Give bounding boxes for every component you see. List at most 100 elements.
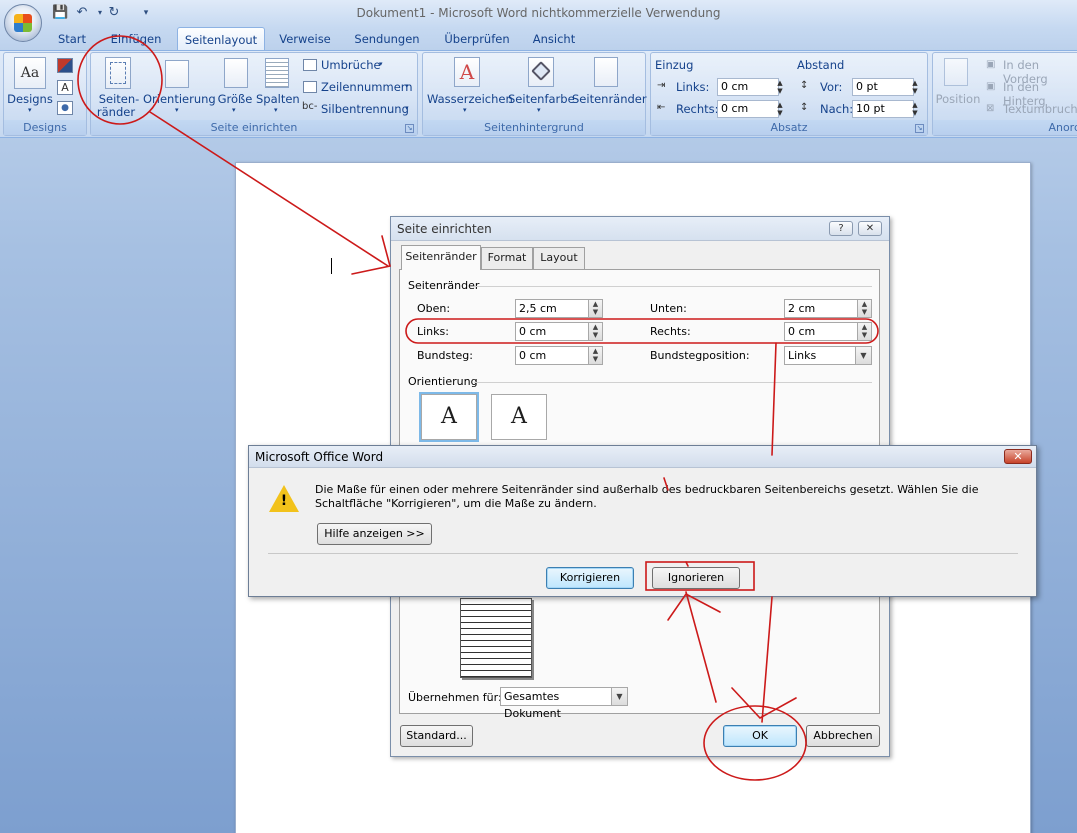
spacing-after-spinner[interactable]: ▲ ▼ <box>910 101 920 119</box>
bottom-margin-spinner[interactable]: ▲ ▼ <box>858 299 872 318</box>
designs-button[interactable]: Designs <box>6 93 54 106</box>
columns-icon[interactable] <box>265 58 289 88</box>
line-numbers-icon[interactable] <box>303 81 317 93</box>
absatz-dialog-launcher-icon[interactable]: ↘ <box>915 124 924 133</box>
left-margin-input[interactable]: 0 cm <box>515 322 589 341</box>
position-icon[interactable] <box>944 58 968 86</box>
spacing-after-input[interactable]: 10 pt <box>852 100 914 118</box>
hyphenation-icon[interactable]: bc- <box>302 101 317 113</box>
portrait-option[interactable]: A <box>421 394 477 440</box>
tab-verweise[interactable]: Verweise <box>276 31 334 50</box>
spacing-after-icon: ↕ <box>800 102 809 113</box>
undo-icon[interactable]: ↶ <box>74 5 90 21</box>
size-icon[interactable] <box>224 58 248 88</box>
tab-format[interactable]: Format <box>481 247 533 269</box>
gutter-position-select[interactable]: Links <box>784 346 856 365</box>
position-button[interactable]: Position <box>934 93 982 106</box>
top-margin-input[interactable]: 2,5 cm <box>515 299 589 318</box>
breaks-button[interactable]: Umbrüche <box>321 58 381 72</box>
design-effects-icon[interactable]: ● <box>57 101 73 115</box>
spacing-before-icon: ↕ <box>800 80 809 91</box>
indent-right-input[interactable]: 0 cm <box>717 100 779 118</box>
page-color-icon[interactable] <box>528 57 554 87</box>
save-icon[interactable]: 💾 <box>52 5 68 21</box>
text-wrap-button[interactable]: Textumbruch <box>1003 102 1077 116</box>
dialog-launcher-icon[interactable]: ↘ <box>405 124 414 133</box>
line-numbers-dropdown-icon: ▾ <box>405 82 409 90</box>
ok-button[interactable]: OK <box>723 725 797 747</box>
gutter-input[interactable]: 0 cm <box>515 346 589 365</box>
bottom-margin-input[interactable]: 2 cm <box>784 299 858 318</box>
breaks-icon[interactable] <box>303 59 317 71</box>
text-cursor <box>331 258 332 274</box>
left-margin-spinner[interactable]: ▲ ▼ <box>589 322 603 341</box>
indent-left-spinner[interactable]: ▲ ▼ <box>775 79 785 97</box>
redo-icon[interactable]: ↻ <box>106 5 122 21</box>
tab-ueberpruefen[interactable]: Überprüfen <box>440 31 514 50</box>
watermark-dropdown-icon: ▾ <box>463 106 467 114</box>
tab-einfuegen[interactable]: Einfügen <box>106 31 166 50</box>
fix-button[interactable]: Korrigieren <box>546 567 634 589</box>
tab-sendungen[interactable]: Sendungen <box>350 31 424 50</box>
paint-bucket-shape <box>531 61 551 81</box>
separator <box>474 286 872 287</box>
help-button[interactable]: ? <box>829 221 853 236</box>
page-borders-icon[interactable] <box>594 57 618 87</box>
hyphenation-dropdown-icon: ▾ <box>405 104 409 112</box>
cancel-button[interactable]: Abbrechen <box>806 725 880 747</box>
line-numbers-button[interactable]: Zeilennummern <box>321 80 413 94</box>
show-help-button[interactable]: Hilfe anzeigen >> <box>317 523 432 545</box>
apply-to-select[interactable]: Gesamtes Dokument <box>500 687 612 720</box>
apply-to-dropdown-icon[interactable]: ▼ <box>612 687 628 706</box>
tab-ansicht[interactable]: Ansicht <box>528 31 580 50</box>
landscape-option[interactable]: A <box>491 394 547 440</box>
margins-icon[interactable] <box>105 57 131 89</box>
tab-seitenraender[interactable]: Seitenränder <box>401 245 481 270</box>
watermark-icon[interactable]: A <box>454 57 480 87</box>
customize-qat-icon[interactable]: ▾ <box>138 5 154 21</box>
columns-button[interactable]: Spalten <box>256 93 300 106</box>
indent-right-icon: ⇤ <box>657 102 666 113</box>
hyphenation-button[interactable]: Silbentrennung <box>321 102 409 116</box>
design-fonts-icon[interactable]: A <box>57 80 73 95</box>
page-color-dropdown-icon: ▾ <box>537 106 541 114</box>
design-colors-icon[interactable] <box>57 58 73 73</box>
gutter-label: Bundsteg: <box>417 349 473 362</box>
warning-icon-mark: ! <box>280 493 288 509</box>
spacing-before-spinner[interactable]: ▲ ▼ <box>910 79 920 97</box>
page-setup-title-bar: Seite einrichten <box>391 217 889 241</box>
page-color-button[interactable]: Seitenfarbe <box>508 93 575 106</box>
message-box-title-bar: Microsoft Office Word <box>249 446 1036 468</box>
page-setup-close-button[interactable]: ✕ <box>858 221 882 236</box>
tab-seitenlayout[interactable]: Seitenlayout <box>177 27 265 51</box>
left-margin-label: Links: <box>417 325 449 338</box>
orientation-icon[interactable] <box>165 60 189 88</box>
watermark-button[interactable]: Wasserzeichen <box>427 93 513 106</box>
gutter-position-dropdown-icon[interactable]: ▼ <box>856 346 872 365</box>
orientation-button[interactable]: Orientierung <box>143 93 216 106</box>
right-margin-input[interactable]: 0 cm <box>784 322 858 341</box>
designs-icon[interactable]: Aa <box>14 57 46 89</box>
group-label-anordnen: Anord <box>933 120 1077 135</box>
spacing-before-input[interactable]: 0 pt <box>852 78 914 96</box>
indent-left-input[interactable]: 0 cm <box>717 78 779 96</box>
top-margin-spinner[interactable]: ▲ ▼ <box>589 299 603 318</box>
group-label-absatz: Absatz <box>651 120 927 135</box>
indent-heading: Einzug <box>655 58 694 72</box>
spacing-after-label: Nach: <box>820 102 854 116</box>
gutter-spinner[interactable]: ▲ ▼ <box>589 346 603 365</box>
right-margin-spinner[interactable]: ▲ ▼ <box>858 322 872 341</box>
page-setup-title: Seite einrichten <box>397 222 492 236</box>
office-button[interactable] <box>4 4 42 42</box>
tab-start[interactable]: Start <box>52 31 92 50</box>
margins-button-line2[interactable]: ränder <box>96 106 136 119</box>
ignore-button[interactable]: Ignorieren <box>652 567 740 589</box>
page-borders-button[interactable]: Seitenränder <box>572 93 647 106</box>
margins-guide <box>110 62 126 84</box>
tab-layout[interactable]: Layout <box>533 247 585 269</box>
apply-to-label: Übernehmen für: <box>408 691 502 704</box>
standard-button[interactable]: Standard... <box>400 725 473 747</box>
size-button[interactable]: Größe <box>216 93 254 106</box>
indent-right-spinner[interactable]: ▲ ▼ <box>775 101 785 119</box>
message-box-close-button[interactable]: ✕ <box>1004 449 1032 464</box>
